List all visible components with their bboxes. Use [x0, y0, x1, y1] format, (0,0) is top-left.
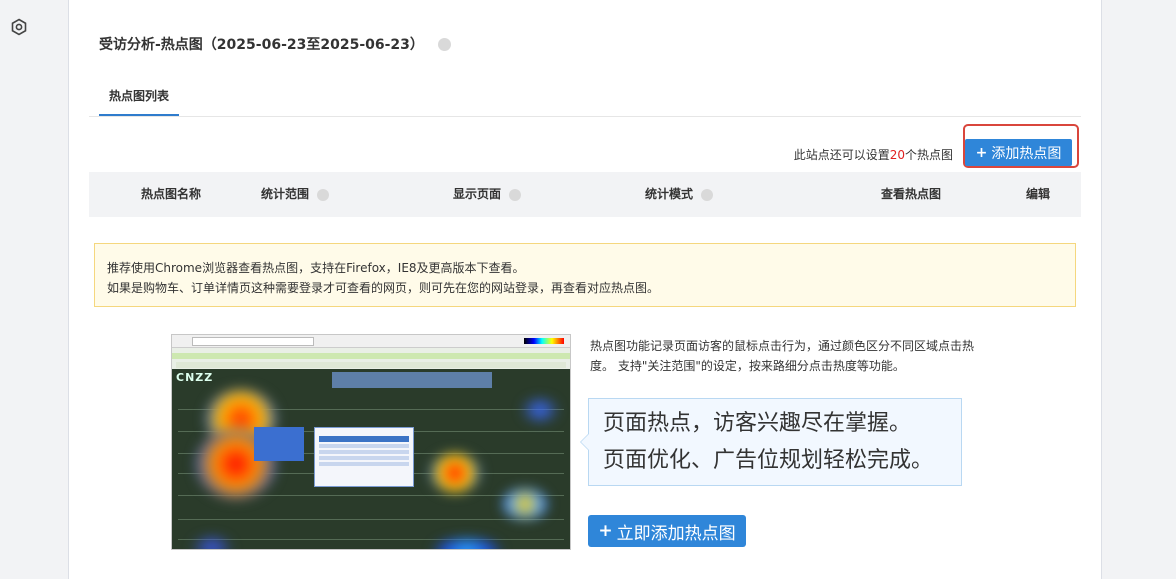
help-icon[interactable]	[437, 37, 451, 51]
preview-url-bar	[192, 337, 314, 346]
column-label: 统计范围	[261, 187, 310, 201]
preview-popup-row	[319, 444, 409, 448]
settings-gear-icon[interactable]	[10, 18, 28, 36]
column-label: 查看热点图	[881, 187, 942, 201]
add-heatmap-now-label: 立即添加热点图	[616, 523, 736, 544]
preview-popup-row	[319, 450, 409, 454]
column-header-edit: 编辑	[1026, 172, 1050, 217]
help-icon[interactable]	[509, 188, 522, 201]
preview-page: CNZZ	[172, 369, 570, 549]
preview-popup-header	[319, 436, 409, 442]
preview-logo: CNZZ	[176, 371, 214, 384]
plus-icon: +	[598, 521, 613, 541]
heat-spot	[522, 399, 558, 421]
preview-popup-row	[319, 462, 409, 466]
heat-spot	[432, 539, 502, 549]
table-header: 热点图名称 统计范围 显示页面 统计模式 查看热点图 编辑	[89, 172, 1081, 217]
tip-line: 如果是购物车、订单详情页这种需要登录才可查看的网页，则可先在您的网站登录，再查看…	[107, 281, 660, 295]
slogan-line: 页面优化、广告位规划轻松完成。	[603, 448, 934, 473]
main-panel: 受访分析-热点图（2025-06-23至2025-06-23） 热点图列表 此站…	[68, 0, 1102, 579]
heatmap-preview-image: CNZZ	[171, 334, 571, 550]
preview-rule	[178, 519, 564, 520]
tip-line: 推荐使用Chrome浏览器查看热点图，支持在Firefox，IE8及更高版本下查…	[107, 261, 525, 275]
preview-settings-popup	[314, 427, 414, 487]
title-row: 受访分析-热点图（2025-06-23至2025-06-23）	[99, 34, 451, 54]
add-heatmap-now-button[interactable]: + 立即添加热点图	[588, 515, 746, 547]
preview-toolbar	[176, 362, 566, 368]
quota-text: 此站点还可以设置20个热点图	[794, 146, 953, 163]
quota-count: 20	[889, 148, 905, 162]
column-header-view: 查看热点图	[881, 172, 941, 217]
column-label: 显示页面	[453, 187, 502, 201]
tab-bar: 热点图列表	[89, 76, 1081, 117]
heat-spot	[430, 453, 480, 493]
help-icon[interactable]	[701, 188, 714, 201]
column-label: 热点图名称	[141, 187, 202, 201]
preview-popup-row	[319, 456, 409, 460]
column-label: 统计模式	[645, 187, 694, 201]
page-title: 受访分析-热点图（2025-06-23至2025-06-23）	[99, 37, 424, 53]
quota-suffix: 个热点图	[904, 148, 953, 162]
feature-description: 热点图功能记录页面访客的鼠标点击行为，通过颜色区分不同区域点击热度。 支持"关注…	[590, 339, 975, 373]
preview-banner	[332, 372, 492, 388]
slogan-bubble: 页面热点，访客兴趣尽在掌握。 页面优化、广告位规划轻松完成。	[580, 398, 962, 486]
column-header-mode: 统计模式	[645, 172, 714, 217]
column-label: 编辑	[1026, 187, 1051, 201]
help-icon[interactable]	[317, 188, 330, 201]
preview-tooltip	[254, 427, 304, 461]
preview-nav	[172, 353, 570, 359]
preview-rule	[178, 539, 564, 540]
slogan-line: 页面热点，访客兴趣尽在掌握。	[603, 411, 912, 436]
browser-tip: 推荐使用Chrome浏览器查看热点图，支持在Firefox，IE8及更高版本下查…	[94, 243, 1076, 307]
quota-prefix: 此站点还可以设置	[793, 148, 890, 162]
add-heatmap-label: 添加热点图	[991, 145, 1062, 162]
preview-heat-scale	[524, 338, 564, 344]
column-header-display-page: 显示页面	[453, 172, 522, 217]
tab-heatmap-list[interactable]: 热点图列表	[99, 76, 179, 116]
add-heatmap-button[interactable]: + 添加热点图	[965, 139, 1072, 166]
preview-browser-bar	[172, 335, 570, 348]
column-header-scope: 统计范围	[261, 172, 330, 217]
plus-icon: +	[975, 144, 988, 161]
heat-spot	[502, 489, 548, 519]
column-header-name: 热点图名称	[141, 172, 201, 217]
